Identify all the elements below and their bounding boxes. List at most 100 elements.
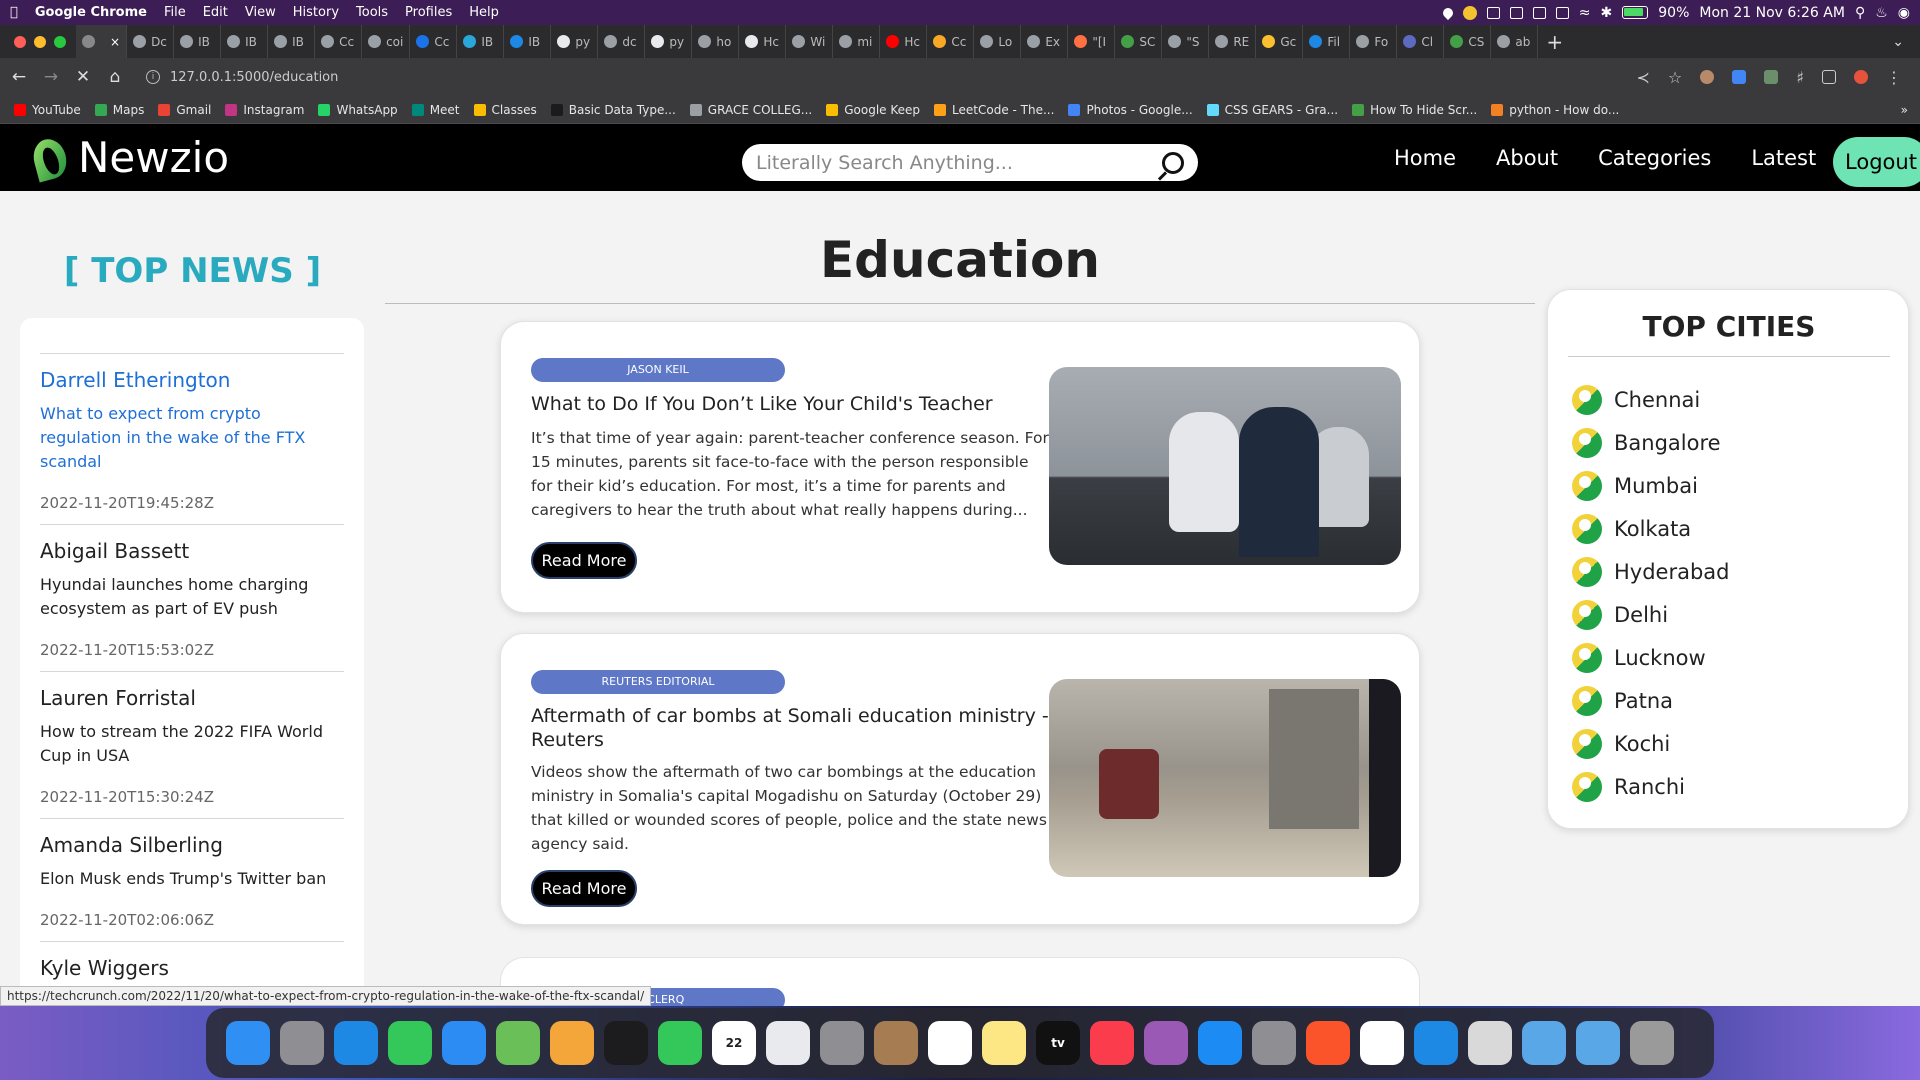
city-item[interactable]: Chennai [1572, 378, 1730, 421]
menu-kebab-icon[interactable]: ⋮ [1886, 68, 1902, 87]
control-center-icon[interactable]: ◉ [1898, 5, 1910, 21]
tab[interactable]: IB [268, 25, 316, 58]
close-tab-icon[interactable]: × [110, 35, 120, 49]
bookmark-item[interactable]: How To Hide Scr... [1352, 103, 1477, 117]
bluetooth-icon[interactable]: ✱ [1601, 5, 1613, 21]
tab[interactable]: Cc [315, 25, 363, 58]
dock-finder-icon[interactable] [226, 1021, 270, 1065]
dock-mail-icon[interactable] [442, 1021, 486, 1065]
tab[interactable]: Lo [974, 25, 1022, 58]
address-bar[interactable]: i 127.0.0.1:5000/education [146, 70, 1637, 85]
bookmark-item[interactable]: YouTube [14, 103, 81, 117]
extension-icon[interactable] [1764, 70, 1779, 84]
clipboard-icon[interactable] [1486, 6, 1500, 19]
amphetamine-icon[interactable] [1462, 5, 1477, 20]
close-window-button[interactable] [14, 35, 26, 48]
translate-extension-icon[interactable] [1732, 70, 1747, 84]
battery-icon[interactable] [1622, 6, 1649, 19]
tab[interactable]: "[I [1068, 25, 1116, 58]
dock-app-store-icon[interactable] [1198, 1021, 1242, 1065]
tab[interactable]: Hc [880, 25, 928, 58]
lock-icon[interactable] [1532, 6, 1546, 19]
city-item[interactable]: Mumbai [1572, 464, 1730, 507]
dock-reminders-icon[interactable] [928, 1021, 972, 1065]
menu-edit[interactable]: Edit [203, 5, 228, 20]
nav-home[interactable]: Home [1394, 146, 1456, 170]
bookmark-item[interactable]: Basic Data Type... [550, 103, 676, 117]
tab[interactable]: Hc [739, 25, 787, 58]
tab[interactable]: Ex [1021, 25, 1069, 58]
tab[interactable]: dc [598, 25, 646, 58]
top-news-item[interactable]: Abigail Bassett Hyundai launches home cha… [40, 524, 344, 671]
tab[interactable]: mi [833, 25, 881, 58]
dock-anaconda-icon[interactable] [1360, 1021, 1404, 1065]
tab[interactable]: Gc [1256, 25, 1304, 58]
extension-avatar-icon[interactable] [1700, 70, 1715, 84]
apple-menu-icon[interactable]:  [10, 5, 18, 20]
tab[interactable]: ab [1491, 25, 1539, 58]
dock-trash-icon[interactable] [1630, 1021, 1674, 1065]
brand-logo[interactable]: Newzio [28, 133, 229, 183]
dock-facetime-icon[interactable] [658, 1021, 702, 1065]
article-image[interactable] [1049, 367, 1401, 565]
news-headline[interactable]: Elon Musk ends Trump's Twitter ban [40, 867, 344, 891]
city-item[interactable]: Bangalore [1572, 421, 1730, 464]
dock-screenshot-icon[interactable] [1468, 1021, 1512, 1065]
dock-messages-icon[interactable] [388, 1021, 432, 1065]
menu-history[interactable]: History [293, 5, 339, 20]
tab[interactable]: Cc [927, 25, 975, 58]
tab[interactable]: RE [1209, 25, 1257, 58]
city-item[interactable]: Delhi [1572, 593, 1730, 636]
wifi-icon[interactable]: ≈ [1579, 5, 1591, 21]
tab[interactable]: coi [362, 25, 411, 58]
tab[interactable]: ho [692, 25, 740, 58]
dock-voice-memos-icon[interactable] [604, 1021, 648, 1065]
tab[interactable]: Dc [127, 25, 175, 58]
top-news-item[interactable]: Lauren Forristal How to stream the 2022 F… [40, 671, 344, 818]
menubar-app-name[interactable]: Google Chrome [35, 5, 147, 20]
dock-brave-icon[interactable] [1306, 1021, 1350, 1065]
home-button[interactable]: ⌂ [102, 67, 128, 87]
bookmark-item[interactable]: GRACE COLLEG... [689, 103, 812, 117]
dock-downloads-folder-icon[interactable] [1522, 1021, 1566, 1065]
menu-help[interactable]: Help [469, 5, 499, 20]
stop-loading-button[interactable]: ✕ [70, 67, 96, 87]
side-panel-icon[interactable] [1822, 70, 1836, 84]
read-more-button[interactable]: Read More [531, 870, 637, 907]
city-item[interactable]: Kolkata [1572, 507, 1730, 550]
news-headline[interactable]: How to stream the 2022 FIFA World Cup in… [40, 720, 344, 768]
tab[interactable]: Cl [1397, 25, 1445, 58]
dock-system-preferences-icon[interactable] [1252, 1021, 1296, 1065]
bookmarks-overflow-icon[interactable]: » [1901, 103, 1908, 117]
tab[interactable]: CS [1444, 25, 1492, 58]
bookmark-item[interactable]: Google Keep [826, 103, 920, 117]
dock-calendar-icon[interactable]: 22 [712, 1021, 756, 1065]
clock[interactable]: Mon 21 Nov 6:26 AM [1699, 5, 1845, 21]
menu-tools[interactable]: Tools [356, 5, 388, 20]
dock-notes-icon[interactable] [982, 1021, 1026, 1065]
dock-apple-tv-icon[interactable]: tv [1036, 1021, 1080, 1065]
bookmark-item[interactable]: Instagram [225, 103, 304, 117]
tab[interactable]: IB [174, 25, 222, 58]
logout-button[interactable]: Logout [1833, 137, 1920, 187]
article-title[interactable]: What to Do If You Don’t Like Your Child'… [531, 392, 1051, 416]
dock-photos-icon[interactable] [550, 1021, 594, 1065]
article-title[interactable]: Aftermath of car bombs at Somali educati… [531, 704, 1051, 752]
top-news-item[interactable]: Darrell Etherington What to expect from c… [40, 353, 344, 524]
bookmark-item[interactable]: python - How do... [1491, 103, 1619, 117]
tab[interactable]: Fil [1303, 25, 1351, 58]
bookmark-item[interactable]: Classes [473, 103, 537, 117]
dock-maps-icon[interactable] [496, 1021, 540, 1065]
dock-documents-folder-icon[interactable] [1576, 1021, 1620, 1065]
bookmark-item[interactable]: Meet [411, 103, 460, 117]
city-item[interactable]: Kochi [1572, 722, 1730, 765]
notification-icon[interactable]: ♨ [1875, 5, 1888, 21]
menu-profiles[interactable]: Profiles [405, 5, 452, 20]
tab[interactable]: IB [221, 25, 269, 58]
spotlight-icon[interactable]: ⚲ [1855, 5, 1865, 21]
menu-file[interactable]: File [164, 5, 186, 20]
city-item[interactable]: Patna [1572, 679, 1730, 722]
tab[interactable]: IB [457, 25, 505, 58]
share-icon[interactable]: ≺ [1637, 68, 1650, 87]
tab[interactable]: Wi [786, 25, 834, 58]
